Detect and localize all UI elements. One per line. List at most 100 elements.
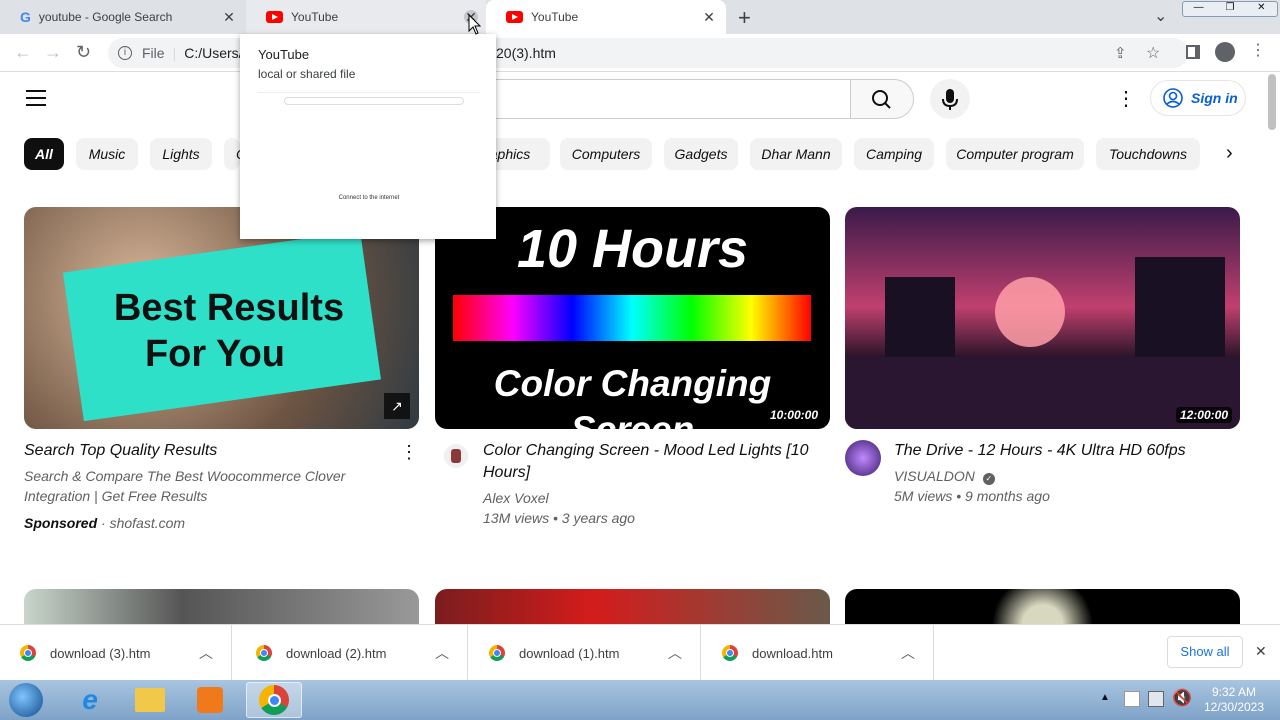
- show-all-button[interactable]: Show all: [1167, 636, 1243, 668]
- folder-icon: [135, 688, 165, 712]
- channel-avatar[interactable]: [845, 440, 881, 476]
- browser-toolbar: ← → ↻ i File | C:/Users/V 20(3).htm ⇪ ☆ …: [0, 34, 1280, 72]
- chip-partial[interactable]: C: [224, 138, 246, 170]
- channel-name[interactable]: VISUALDON: [894, 468, 975, 484]
- video-thumbnail-row2-1[interactable]: [24, 589, 419, 625]
- back-icon[interactable]: ←: [14, 42, 32, 63]
- chip-gadgets[interactable]: Gadgets: [664, 138, 738, 170]
- start-button[interactable]: [0, 682, 52, 718]
- ad-thumbnail[interactable]: Best Results For You ↗: [24, 207, 419, 429]
- chevron-up-icon[interactable]: ︿: [668, 643, 682, 663]
- chevron-up-icon[interactable]: ︿: [435, 643, 449, 663]
- taskbar-ie[interactable]: e: [64, 682, 116, 718]
- tab-google-search[interactable]: G youtube - Google Search ✕: [0, 0, 246, 34]
- channel-avatar[interactable]: [444, 444, 468, 468]
- video-title-line1[interactable]: Color Changing Screen - Mood Led Lights …: [483, 440, 809, 462]
- youtube-icon: [506, 11, 523, 23]
- network-icon[interactable]: [1148, 691, 1164, 707]
- chrome-menu-icon[interactable]: ⋮: [1250, 40, 1266, 60]
- ad-menu-icon[interactable]: ⋮: [400, 442, 418, 463]
- system-clock[interactable]: 9:32 AM 12/30/2023: [1198, 685, 1270, 715]
- taskbar-chrome[interactable]: [246, 682, 302, 718]
- minimize-button[interactable]: —: [1183, 2, 1214, 16]
- google-icon: G: [20, 9, 31, 25]
- ad-thumb-line2: For You: [144, 333, 286, 375]
- video-meta: 13M views • 3 years ago: [483, 510, 635, 526]
- volume-muted-icon[interactable]: 🔇: [1172, 688, 1192, 708]
- tab-title: YouTube: [291, 10, 339, 24]
- hamburger-menu-icon[interactable]: [26, 90, 46, 106]
- ad-title[interactable]: Search Top Quality Results: [24, 440, 217, 462]
- hovercard-preview: Connect to the internet: [258, 92, 480, 232]
- show-hidden-icons[interactable]: ▲: [1100, 692, 1110, 703]
- video-thumbnail-row2-3[interactable]: [845, 589, 1240, 625]
- ad-domain[interactable]: · shofast.com: [101, 515, 185, 531]
- file-label: File: [142, 45, 165, 61]
- download-item[interactable]: download.htm ︿: [702, 625, 934, 681]
- chip-camping[interactable]: Camping: [854, 138, 934, 170]
- chip-lights[interactable]: Lights: [150, 138, 212, 170]
- chip-music[interactable]: Music: [76, 138, 138, 170]
- download-item[interactable]: download (1).htm ︿: [469, 625, 701, 681]
- chevron-up-icon[interactable]: ︿: [901, 643, 915, 663]
- close-window-button[interactable]: ✕: [1246, 2, 1277, 16]
- tab-youtube-1[interactable]: YouTube ✕: [246, 0, 486, 34]
- share-icon[interactable]: ⇪: [1114, 44, 1127, 62]
- chips-next-icon[interactable]: ›: [1226, 142, 1233, 165]
- new-tab-button[interactable]: +: [738, 5, 751, 31]
- taskbar-media-player[interactable]: [184, 682, 236, 718]
- video-title-line2[interactable]: Hours]: [483, 462, 530, 484]
- external-link-icon[interactable]: ↗: [384, 393, 410, 419]
- taskbar-explorer[interactable]: [124, 682, 176, 718]
- chevron-up-icon[interactable]: ︿: [199, 643, 213, 663]
- download-item[interactable]: download (3).htm ︿: [0, 625, 232, 681]
- download-filename: download (3).htm: [50, 645, 151, 661]
- chip-computer-program[interactable]: Computer program: [946, 138, 1084, 170]
- channel-name[interactable]: Alex Voxel: [483, 488, 549, 508]
- windows-logo-icon: [9, 683, 43, 717]
- chip-all[interactable]: All: [24, 138, 64, 170]
- microphone-icon: [942, 89, 958, 110]
- reload-icon[interactable]: ↻: [76, 42, 91, 63]
- video-meta: 5M views • 9 months ago: [894, 488, 1050, 504]
- download-item[interactable]: download (2).htm ︿: [236, 625, 468, 681]
- clock-time: 9:32 AM: [1211, 685, 1257, 699]
- chip-computers[interactable]: Computers: [560, 138, 652, 170]
- media-player-icon: [197, 687, 223, 713]
- video-thumbnail-row2-2[interactable]: [435, 589, 830, 625]
- ad-sponsor-line: Sponsored · shofast.com: [24, 514, 185, 532]
- tab-search-button[interactable]: ⌄: [1154, 6, 1167, 26]
- video-duration: 12:00:00: [1175, 407, 1232, 423]
- chip-dhar-mann[interactable]: Dhar Mann: [750, 138, 842, 170]
- sign-in-label: Sign in: [1191, 90, 1238, 106]
- settings-more-icon[interactable]: ⋮: [1116, 86, 1136, 111]
- bookmark-star-icon[interactable]: ☆: [1146, 43, 1160, 63]
- tab-youtube-2[interactable]: YouTube ✕: [486, 0, 726, 34]
- search-button[interactable]: [850, 79, 914, 119]
- chrome-file-icon: [20, 645, 36, 661]
- video-thumbnail-the-drive[interactable]: 12:00:00: [845, 207, 1240, 429]
- verified-icon: ✓: [982, 473, 995, 485]
- info-icon[interactable]: i: [118, 46, 132, 60]
- side-panel-icon[interactable]: [1186, 45, 1200, 59]
- page-scrollbar[interactable]: [1268, 74, 1276, 130]
- action-center-icon[interactable]: [1124, 691, 1140, 707]
- sign-in-button[interactable]: Sign in: [1150, 80, 1246, 116]
- mouse-cursor-icon: [468, 14, 482, 35]
- close-download-bar-icon[interactable]: ✕: [1255, 643, 1267, 660]
- hovercard-mini-text: Connect to the internet: [338, 195, 400, 201]
- close-tab-icon[interactable]: ✕: [702, 10, 716, 24]
- forward-icon[interactable]: →: [44, 42, 62, 63]
- chip-touchdowns[interactable]: Touchdowns: [1096, 138, 1200, 170]
- video-title[interactable]: The Drive - 12 Hours - 4K Ultra HD 60fps: [894, 440, 1186, 462]
- tab-title: youtube - Google Search: [38, 10, 173, 24]
- voice-search-button[interactable]: [930, 79, 970, 119]
- video-thumbnail-color-screen[interactable]: 10 Hours Color Changing Screen 10:00:00: [435, 207, 830, 429]
- close-tab-icon[interactable]: ✕: [222, 10, 236, 24]
- search-input[interactable]: [440, 79, 852, 119]
- download-filename: download (1).htm: [519, 645, 620, 661]
- chrome-file-icon: [256, 645, 272, 661]
- profile-icon[interactable]: [1215, 42, 1235, 62]
- maximize-button[interactable]: ❐: [1214, 2, 1245, 16]
- tab-hover-card: YouTube local or shared file Connect to …: [240, 34, 496, 239]
